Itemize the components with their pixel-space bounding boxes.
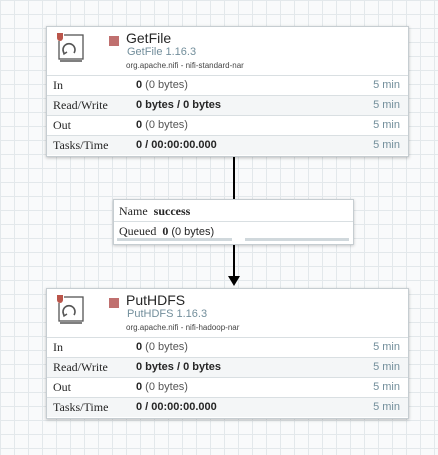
processor-icon: [53, 293, 85, 325]
stat-value: 0 (0 bytes): [136, 338, 188, 357]
connection-queued-count: 0: [162, 224, 169, 238]
stat-value: 0 bytes / 0 bytes: [136, 358, 221, 377]
stat-value-bold: 0 / 00:00:00.000: [136, 401, 217, 413]
stat-row-out: Out 0 (0 bytes) 5 min: [47, 377, 408, 397]
processor-name: GetFile: [126, 30, 172, 46]
processor-name: PutHDFS: [126, 292, 186, 308]
stat-row-readwrite: Read/Write 0 bytes / 0 bytes 5 min: [47, 95, 408, 115]
processor-puthdfs[interactable]: PutHDFS PutHDFS 1.16.3 org.apache.nifi -…: [46, 288, 409, 419]
stopped-status-icon[interactable]: [109, 36, 119, 46]
processor-header: PutHDFS PutHDFS 1.16.3 org.apache.nifi -…: [47, 289, 408, 337]
connection-queued-label: Queued: [119, 224, 157, 238]
stat-row-in: In 0 (0 bytes) 5 min: [47, 337, 408, 357]
stat-value: 0 (0 bytes): [136, 378, 188, 397]
processor-icon: [53, 31, 85, 63]
connection-line-top[interactable]: [233, 157, 235, 199]
stat-value-bold: 0 bytes / 0 bytes: [136, 99, 221, 111]
stat-label: Tasks/Time: [53, 138, 109, 152]
processor-stats: In 0 (0 bytes) 5 min Read/Write 0 bytes …: [47, 337, 408, 417]
stat-value: 0 (0 bytes): [136, 116, 188, 135]
processor-type: GetFile 1.16.3: [127, 46, 197, 58]
stat-row-readwrite: Read/Write 0 bytes / 0 bytes 5 min: [47, 357, 408, 377]
connection-divider: [114, 221, 353, 222]
stat-label: Tasks/Time: [53, 400, 109, 414]
queue-count-bar: [117, 238, 232, 241]
connection-arrow-icon: [228, 276, 240, 286]
stat-time: 5 min: [373, 119, 400, 131]
stat-time: 5 min: [373, 401, 400, 413]
stat-value: 0 / 00:00:00.000: [136, 136, 217, 155]
connection-name-row: Name success: [119, 204, 190, 219]
stat-value-rest: (0 bytes): [142, 119, 188, 131]
stat-time: 5 min: [373, 139, 400, 151]
stat-value: 0 / 00:00:00.000: [136, 398, 217, 417]
stat-value-rest: (0 bytes): [142, 341, 188, 353]
connection-name-label: Name: [119, 204, 148, 218]
connection-queued-size: (0 bytes): [171, 226, 215, 238]
stat-label: Read/Write: [53, 98, 108, 112]
stat-row-in: In 0 (0 bytes) 5 min: [47, 75, 408, 95]
stat-row-tasks: Tasks/Time 0 / 00:00:00.000 5 min: [47, 135, 408, 155]
stat-value: 0 bytes / 0 bytes: [136, 96, 221, 115]
queue-size-bar: [245, 238, 349, 241]
stat-value-rest: (0 bytes): [142, 79, 188, 91]
stat-value-bold: 0 bytes / 0 bytes: [136, 361, 221, 373]
stopped-status-icon[interactable]: [109, 298, 119, 308]
connection-label[interactable]: Name success Queued 0 (0 bytes): [113, 199, 354, 245]
connection-queued-row: Queued 0 (0 bytes): [119, 224, 214, 239]
stat-value-bold: 0 / 00:00:00.000: [136, 139, 217, 151]
stat-label: Out: [53, 380, 71, 394]
stat-value: 0 (0 bytes): [136, 76, 188, 95]
processor-stats: In 0 (0 bytes) 5 min Read/Write 0 bytes …: [47, 75, 408, 155]
stat-time: 5 min: [373, 381, 400, 393]
processor-type: PutHDFS 1.16.3: [127, 308, 208, 320]
stat-row-tasks: Tasks/Time 0 / 00:00:00.000 5 min: [47, 397, 408, 417]
processor-getfile[interactable]: GetFile GetFile 1.16.3 org.apache.nifi -…: [46, 26, 409, 157]
stat-time: 5 min: [373, 79, 400, 91]
connection-name-value: success: [153, 204, 191, 218]
stat-time: 5 min: [373, 361, 400, 373]
processor-bundle: org.apache.nifi - nifi-standard-nar: [126, 61, 244, 70]
stat-time: 5 min: [373, 341, 400, 353]
processor-bundle: org.apache.nifi - nifi-hadoop-nar: [126, 323, 240, 332]
stat-label: Out: [53, 118, 71, 132]
stat-label: Read/Write: [53, 360, 108, 374]
stat-label: In: [53, 340, 63, 354]
stat-value-rest: (0 bytes): [142, 381, 188, 393]
connection-line-bottom[interactable]: [233, 245, 235, 277]
processor-header: GetFile GetFile 1.16.3 org.apache.nifi -…: [47, 27, 408, 75]
stat-time: 5 min: [373, 99, 400, 111]
stat-row-out: Out 0 (0 bytes) 5 min: [47, 115, 408, 135]
stat-label: In: [53, 78, 63, 92]
